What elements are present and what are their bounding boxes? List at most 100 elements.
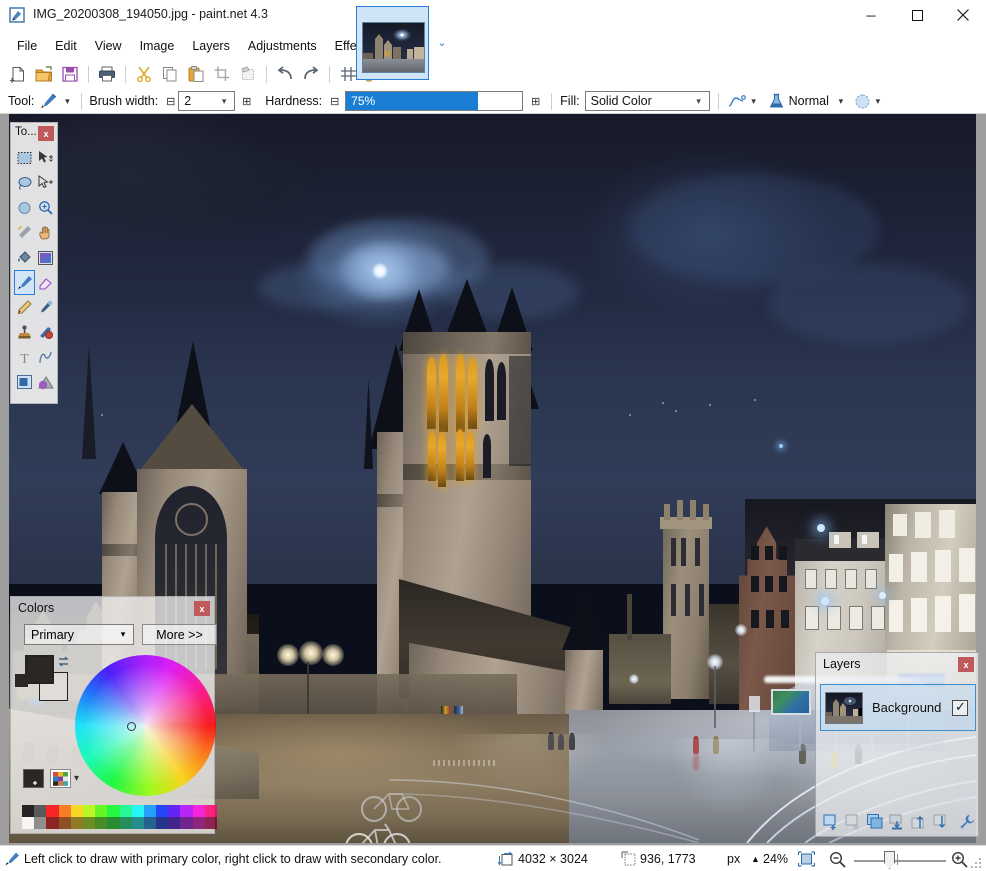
open-button[interactable] bbox=[31, 61, 57, 87]
zoom-slider-track[interactable] bbox=[854, 860, 946, 862]
units-dropdown-arrow-icon[interactable]: ▲ bbox=[751, 854, 760, 864]
fit-to-window-icon[interactable] bbox=[797, 851, 816, 867]
move-layer-down-button[interactable] bbox=[932, 814, 949, 831]
blend-mode-dropdown-arrow-icon[interactable]: ▾ bbox=[834, 96, 848, 107]
palette-swatch[interactable] bbox=[192, 805, 205, 817]
tool-eraser[interactable] bbox=[35, 270, 56, 295]
tool-rectangle-shape[interactable] bbox=[14, 370, 35, 395]
palette-swatch[interactable] bbox=[156, 805, 169, 817]
palette-swatch[interactable] bbox=[22, 817, 35, 829]
palette-swatch[interactable] bbox=[168, 817, 181, 829]
chevron-down-icon[interactable]: ▾ bbox=[115, 629, 131, 640]
hardness-slider[interactable]: 75% bbox=[345, 91, 524, 111]
sampling-dropdown-arrow-icon[interactable]: ▾ bbox=[871, 96, 885, 107]
palette-swatch[interactable] bbox=[58, 817, 71, 829]
tool-clone-stamp[interactable] bbox=[14, 320, 35, 345]
menu-view[interactable]: View bbox=[86, 32, 131, 60]
swap-colors-icon[interactable] bbox=[57, 655, 71, 669]
tool-paint-bucket[interactable] bbox=[14, 245, 35, 270]
menu-edit[interactable]: Edit bbox=[46, 32, 86, 60]
palette-swatch[interactable] bbox=[70, 817, 83, 829]
tool-text[interactable]: T bbox=[14, 345, 35, 370]
tool-pan[interactable] bbox=[35, 220, 56, 245]
primary-color-swatch[interactable] bbox=[25, 655, 54, 684]
layer-properties-button[interactable] bbox=[958, 814, 975, 831]
add-color-button[interactable] bbox=[23, 769, 44, 788]
palette-swatch-strip[interactable] bbox=[22, 805, 217, 829]
layers-panel[interactable]: Layers x Background bbox=[815, 652, 979, 837]
crop-to-selection-button[interactable] bbox=[209, 61, 235, 87]
menu-layers[interactable]: Layers bbox=[183, 32, 239, 60]
brush-width-input[interactable]: 2 ▾ bbox=[178, 91, 236, 111]
palette-swatch[interactable] bbox=[168, 805, 181, 817]
tool-pencil[interactable] bbox=[14, 295, 35, 320]
tool-line-curve[interactable] bbox=[35, 345, 56, 370]
palette-swatch[interactable] bbox=[156, 817, 169, 829]
add-layer-button[interactable] bbox=[822, 814, 839, 831]
palette-swatch[interactable] bbox=[58, 805, 71, 817]
menu-file[interactable]: File bbox=[8, 32, 46, 60]
palette-swatch[interactable] bbox=[204, 805, 217, 817]
delete-layer-button[interactable] bbox=[844, 814, 861, 831]
blend-flask-icon[interactable] bbox=[768, 93, 785, 110]
blend-mode-value[interactable]: Normal bbox=[789, 94, 829, 108]
color-mode-select[interactable]: Primary ▾ bbox=[24, 624, 134, 645]
print-button[interactable] bbox=[94, 61, 120, 87]
tool-move-selected[interactable] bbox=[35, 145, 56, 170]
colors-panel-close-button[interactable]: x bbox=[194, 601, 210, 616]
sampling-blob-icon[interactable] bbox=[854, 93, 871, 110]
colors-panel[interactable]: Colors x Primary ▾ More >> ▾ bbox=[10, 596, 217, 834]
zoom-out-icon[interactable] bbox=[829, 851, 846, 868]
palette-swatch[interactable] bbox=[107, 805, 120, 817]
palette-swatch[interactable] bbox=[46, 805, 59, 817]
paintbrush-icon[interactable] bbox=[39, 92, 58, 110]
color-wheel-cursor[interactable] bbox=[127, 722, 136, 731]
merge-layer-down-button[interactable] bbox=[888, 814, 905, 831]
more-colors-button[interactable]: More >> bbox=[142, 624, 217, 645]
palette-swatch[interactable] bbox=[131, 817, 144, 829]
tool-rectangle-select[interactable] bbox=[14, 145, 35, 170]
menu-adjustments[interactable]: Adjustments bbox=[239, 32, 326, 60]
fill-select[interactable]: Solid Color ▾ bbox=[584, 91, 710, 111]
antialiasing-curve-icon[interactable] bbox=[727, 93, 747, 109]
color-wheel[interactable] bbox=[75, 655, 216, 796]
palette-swatch[interactable] bbox=[34, 817, 47, 829]
layer-visibility-checkbox[interactable] bbox=[952, 699, 968, 716]
tool-lasso-select[interactable] bbox=[14, 170, 35, 195]
palette-swatch[interactable] bbox=[82, 805, 96, 817]
palette-swatch[interactable] bbox=[180, 817, 193, 829]
palette-dropdown-arrow-icon[interactable]: ▾ bbox=[74, 773, 79, 784]
palette-swatch[interactable] bbox=[204, 817, 217, 829]
chevron-down-icon[interactable]: ▾ bbox=[216, 96, 232, 107]
palette-swatch[interactable] bbox=[143, 817, 157, 829]
units-label[interactable]: px bbox=[727, 852, 740, 866]
layer-list-item[interactable]: Background bbox=[820, 684, 976, 731]
move-layer-up-button[interactable] bbox=[910, 814, 927, 831]
menu-image[interactable]: Image bbox=[131, 32, 184, 60]
palette-swatch[interactable] bbox=[119, 817, 132, 829]
tool-move-selection[interactable] bbox=[35, 170, 56, 195]
copy-button[interactable] bbox=[157, 61, 183, 87]
palette-swatch[interactable] bbox=[107, 817, 120, 829]
palette-button[interactable] bbox=[50, 769, 71, 788]
minimize-button[interactable]: ─ bbox=[848, 0, 894, 30]
tool-paintbrush[interactable] bbox=[14, 270, 35, 295]
save-button[interactable] bbox=[57, 61, 83, 87]
palette-swatch[interactable] bbox=[22, 805, 35, 817]
antialiasing-dropdown-arrow-icon[interactable]: ▾ bbox=[747, 96, 761, 107]
new-button[interactable] bbox=[5, 61, 31, 87]
tool-ellipse-select[interactable] bbox=[14, 195, 35, 220]
palette-swatch[interactable] bbox=[82, 817, 96, 829]
tool-shapes[interactable] bbox=[35, 370, 56, 395]
palette-swatch[interactable] bbox=[95, 817, 108, 829]
cut-button[interactable] bbox=[131, 61, 157, 87]
tab-overflow-chevron-icon[interactable]: ⌄ bbox=[434, 36, 450, 52]
layers-panel-close-button[interactable]: x bbox=[958, 657, 974, 672]
tool-magic-wand[interactable] bbox=[14, 220, 35, 245]
tool-recolor[interactable] bbox=[35, 320, 56, 345]
palette-swatch[interactable] bbox=[70, 805, 83, 817]
palette-swatch[interactable] bbox=[131, 805, 144, 817]
zoom-in-icon[interactable] bbox=[951, 851, 968, 868]
chevron-down-icon[interactable]: ▾ bbox=[691, 96, 707, 107]
palette-swatch[interactable] bbox=[192, 817, 205, 829]
